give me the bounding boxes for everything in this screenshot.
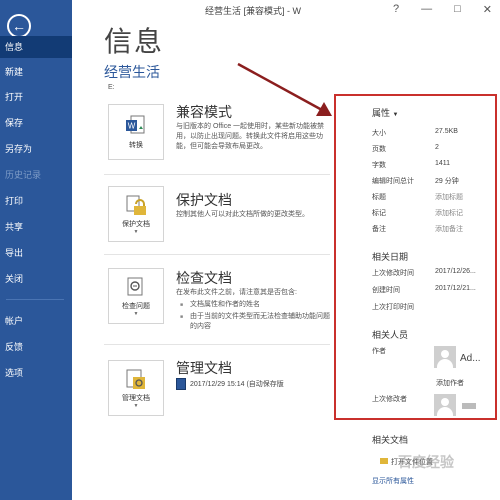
annotation-arrow [237,62,332,116]
